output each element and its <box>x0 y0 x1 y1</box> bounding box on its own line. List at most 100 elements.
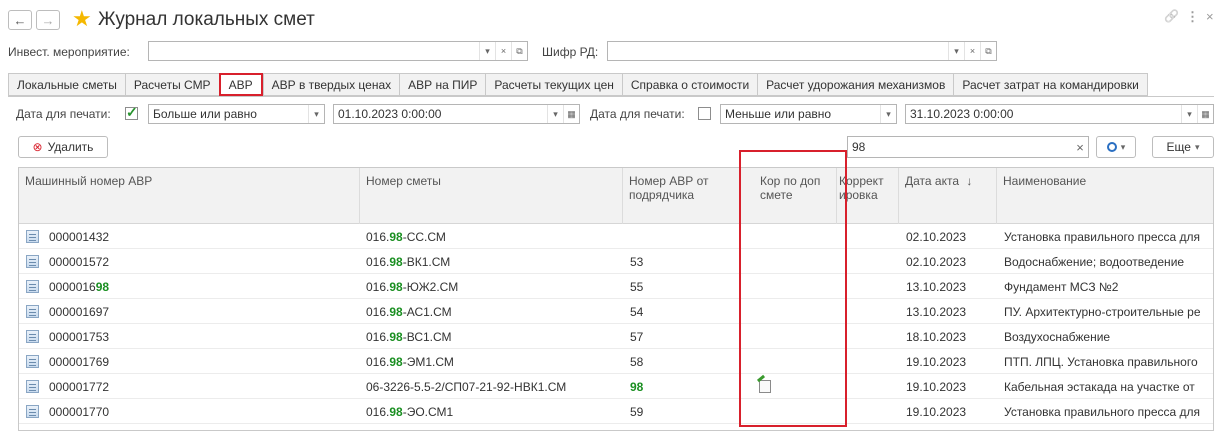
machine-number-cell: 000001753 <box>49 325 349 349</box>
table-row[interactable]: 000001772 06-3226-5.5-2/СП07-21-92-НВК1.С… <box>19 375 1213 399</box>
search-clear-icon[interactable]: × <box>1072 137 1088 157</box>
tab-7[interactable]: Расчет удорожания механизмов <box>757 73 954 96</box>
estimate-number-a: 016. <box>366 405 390 419</box>
table-row[interactable]: 000001698 016.98-ЮЖ2.СМ 55 13.10.2023 Фундам… <box>19 275 1213 299</box>
name-cell: Установка правильного пресса для <box>1004 405 1201 419</box>
machine-number-match: 98 <box>95 280 110 294</box>
col-name[interactable]: Наименование <box>997 168 1213 224</box>
dropdown-icon[interactable]: ▾ <box>308 105 324 123</box>
search-button[interactable]: ▾ <box>1096 136 1136 158</box>
clear-icon[interactable]: × <box>495 42 511 60</box>
name-cell: Установка правильного пресса для <box>1004 230 1201 244</box>
clear-icon[interactable]: × <box>964 42 980 60</box>
estimate-number-a: 06-3226-5.5-2/СП07-21-92-НВК1.СМ <box>366 380 567 394</box>
dropdown-icon[interactable]: ▾ <box>1181 105 1197 123</box>
dropdown-icon[interactable]: ▾ <box>948 42 964 60</box>
more-label: Еще <box>1166 140 1191 154</box>
from-date-input[interactable]: 01.10.2023 0:00:00 ▾ ▦ <box>333 104 580 124</box>
col-act-date[interactable]: Дата акта ↓ <box>899 168 997 224</box>
print-date-to-checkbox[interactable] <box>698 107 711 120</box>
document-icon <box>26 330 39 343</box>
more-actions-icon[interactable]: ⋮ <box>1186 9 1199 25</box>
estimate-number-match: 98 <box>389 330 403 344</box>
table-row[interactable]: 000001432 016.98-СС.СМ 02.10.2023 Установка… <box>19 225 1213 249</box>
table-row[interactable]: 000001769 016.98-ЭМ1.СМ 58 19.10.2023 ПТП. … <box>19 350 1213 374</box>
delete-label: Удалить <box>47 140 94 154</box>
table-row[interactable]: 000001697 016.98-АС1.СМ 54 13.10.2023 ПУ. Ар… <box>19 300 1213 324</box>
from-condition-value: Больше или равно <box>153 107 257 121</box>
estimate-number-a: 016. <box>366 280 390 294</box>
col-estimate-number[interactable]: Номер сметы <box>360 168 623 224</box>
from-date-value: 01.10.2023 0:00:00 <box>338 107 442 121</box>
link-icon[interactable]: 🔗 <box>1164 9 1179 23</box>
to-condition-select[interactable]: Меньше или равно ▾ <box>720 104 897 124</box>
more-button[interactable]: Еще ▾ <box>1152 136 1214 158</box>
col-machine-number[interactable]: Машинный номер АВР <box>19 168 360 224</box>
tab-1[interactable]: Расчеты СМР <box>124 73 219 96</box>
dropdown-icon[interactable]: ▾ <box>547 105 563 123</box>
tab-5[interactable]: Расчеты текущих цен <box>485 73 622 96</box>
tab-3[interactable]: АВР в твердых ценах <box>262 73 400 96</box>
favorite-star-icon[interactable]: ★ <box>72 6 92 32</box>
machine-number-text: 000001772 <box>49 380 110 394</box>
estimates-table: Машинный номер АВР Номер сметы Номер АВР… <box>18 167 1214 431</box>
dropdown-icon[interactable]: ▾ <box>880 105 896 123</box>
estimate-number-b: -ЮЖ2.СМ <box>402 280 459 294</box>
calendar-icon[interactable]: ▦ <box>1197 105 1213 123</box>
tab-8[interactable]: Расчет затрат на командировки <box>953 73 1148 96</box>
tab-4[interactable]: АВР на ПИР <box>399 73 486 96</box>
close-icon[interactable]: × <box>1206 9 1214 24</box>
chevron-down-icon: ▾ <box>1120 141 1126 152</box>
rd-field[interactable]: ▾ × ⧉ <box>607 41 997 61</box>
to-date-input[interactable]: 31.10.2023 0:00:00 ▾ ▦ <box>905 104 1214 124</box>
table-row[interactable]: 000001572 016.98-ВК1.СМ 53 02.10.2023 Водосн… <box>19 250 1213 274</box>
open-icon[interactable]: ⧉ <box>511 42 527 60</box>
delete-button[interactable]: ⊗ Удалить <box>18 136 108 158</box>
act-date-cell: 13.10.2023 <box>906 280 967 294</box>
delete-icon: ⊗ <box>32 140 43 154</box>
tab-0[interactable]: Локальные сметы <box>8 73 125 96</box>
col-kor-dop[interactable]: Кор по доп смете <box>741 168 837 224</box>
arrow-left-icon: ← <box>13 12 27 28</box>
contractor-number-cell: 59 <box>630 405 644 419</box>
back-button[interactable]: ← <box>8 10 32 30</box>
print-date-from-checkbox[interactable] <box>125 104 138 121</box>
estimate-number-cell: 016.98-ВС1.СМ <box>366 325 621 349</box>
tab-6[interactable]: Справка о стоимости <box>621 73 758 96</box>
name-cell: Кабельная эстакада на участке от <box>1004 380 1195 394</box>
estimate-number-b: -СС.СМ <box>402 230 446 244</box>
open-icon[interactable]: ⧉ <box>980 42 996 60</box>
invest-label: Инвест. мероприятие: <box>8 45 130 59</box>
name-cell: ПТП. ЛПЦ. Установка правильного <box>1004 355 1198 369</box>
machine-number-text: 000001753 <box>49 330 110 344</box>
search-icon <box>1106 142 1117 152</box>
search-input[interactable]: 98 × <box>847 136 1089 158</box>
from-condition-select[interactable]: Больше или равно ▾ <box>148 104 325 124</box>
estimate-number-match: 98 <box>389 405 403 419</box>
document-icon <box>26 255 39 268</box>
act-date-cell: 18.10.2023 <box>906 330 967 344</box>
forward-button[interactable]: → <box>36 10 60 30</box>
table-row[interactable]: 000001770 016.98-ЭО.СМ1 59 19.10.2023 Устано… <box>19 400 1213 424</box>
estimate-number-b: -ВК1.СМ <box>402 255 451 269</box>
rd-label: Шифр РД: <box>542 45 599 59</box>
tab-2[interactable]: АВР <box>218 73 263 96</box>
print-date-to-label: Дата для печати: <box>590 107 685 121</box>
calendar-icon[interactable]: ▦ <box>563 105 579 123</box>
col-correction[interactable]: Коррект ировка <box>837 168 899 224</box>
contractor-number-cell: 58 <box>630 355 644 369</box>
arrow-right-icon: → <box>41 12 55 28</box>
estimate-number-a: 016. <box>366 305 390 319</box>
invest-field[interactable]: ▾ × ⧉ <box>148 41 528 61</box>
machine-number-text: 000001432 <box>49 230 110 244</box>
machine-number-text: 000001697 <box>49 305 110 319</box>
act-date-cell: 13.10.2023 <box>906 305 967 319</box>
col-contractor-number[interactable]: Номер АВР от подрядчика <box>623 168 741 224</box>
machine-number-cell: 000001698 <box>49 275 349 299</box>
dropdown-icon[interactable]: ▾ <box>479 42 495 60</box>
estimate-number-cell: 016.98-ЮЖ2.СМ <box>366 275 621 299</box>
machine-number-text: 000001572 <box>49 255 110 269</box>
contractor-number-cell: 98 <box>630 380 644 394</box>
edit-document-icon[interactable] <box>759 380 771 393</box>
table-row[interactable]: 000001753 016.98-ВС1.СМ 57 18.10.2023 Воздух… <box>19 325 1213 349</box>
